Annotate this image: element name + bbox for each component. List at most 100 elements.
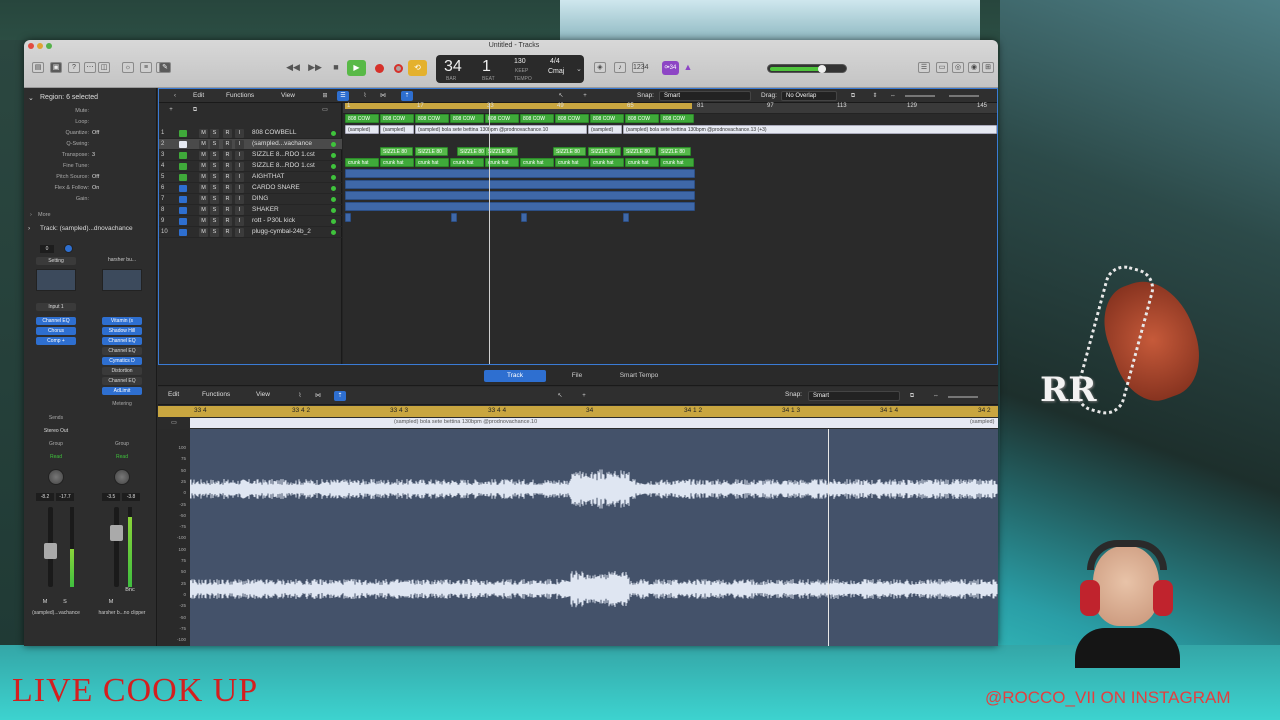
track-solo-button[interactable]: S	[210, 206, 219, 215]
editor-horizontal-zoom-icon[interactable]: ⇔	[930, 391, 942, 401]
region-crunk-hat[interactable]: crunk hat	[625, 158, 659, 167]
region-sampled[interactable]: (sampled) bola sete bettina 130bpm @prod…	[623, 125, 997, 134]
region-808-cowbell[interactable]: 808 COW	[415, 114, 449, 123]
plus-tool-icon[interactable]: +	[579, 91, 591, 101]
strip-right-plugin-6[interactable]: Distortion	[102, 367, 142, 375]
editor-catch-icon[interactable]: ⇡	[334, 391, 346, 401]
track-name[interactable]: SIZZLE 8...RDO 1.cst	[252, 151, 332, 158]
track-solo-button[interactable]: S	[210, 173, 219, 182]
region-crunk-hat[interactable]: crunk hat	[555, 158, 589, 167]
region-crunk-hat[interactable]: crunk hat	[380, 158, 414, 167]
track-header-row[interactable]: 9 M S R Irott - P30L kick	[159, 216, 342, 227]
editor-waveform-zoom-icon[interactable]: ⧉	[906, 391, 918, 401]
track-mute-button[interactable]: M	[199, 151, 208, 160]
quick-help-icon[interactable]: ?	[68, 62, 80, 73]
track-record-button[interactable]: R	[223, 217, 232, 226]
waveform-editor[interactable]: 100 75 50 25 0 -25 -50 -75 -100 100 75 50 25 0 -25 -50 -…	[158, 429, 998, 646]
track-solo-button[interactable]: S	[210, 228, 219, 237]
inspector-row[interactable]: Mute:	[24, 108, 157, 119]
strip-right-metering[interactable]: Metering	[98, 401, 146, 407]
track-name[interactable]: 808 COWBELL	[252, 129, 332, 136]
region-crunk-hat[interactable]: crunk hat	[415, 158, 449, 167]
track-name[interactable]: AIGHTHAT	[252, 173, 332, 180]
cycle-button[interactable]: ⟲	[408, 60, 427, 76]
track-mute-button[interactable]: M	[199, 140, 208, 149]
region-crunk-hat[interactable]: crunk hat	[485, 158, 519, 167]
tracks-view-menu[interactable]: View	[281, 92, 295, 99]
waveform-left-channel[interactable]	[189, 447, 998, 531]
track-inspector-header[interactable]: › Track: (sampled)...dnovachance	[24, 225, 157, 237]
snap-select[interactable]: Smart	[659, 91, 751, 101]
strip-left-input[interactable]: Input 1	[36, 303, 76, 311]
track-record-button[interactable]: R	[223, 184, 232, 193]
inspector-row[interactable]: Flex & Follow: On	[24, 185, 157, 196]
track-name[interactable]: DING	[252, 195, 332, 202]
track-record-button[interactable]: R	[223, 228, 232, 237]
inspector-row[interactable]: Fine Tune:	[24, 163, 157, 174]
inspector-row-value[interactable]: On	[92, 185, 99, 191]
strip-left-plugin-1[interactable]: Channel EQ	[36, 317, 76, 325]
track-input-monitor-button[interactable]: I	[235, 129, 244, 138]
strip-right-fader[interactable]	[110, 525, 123, 541]
brightness-icon[interactable]: ☼	[122, 62, 134, 73]
track-input-monitor-button[interactable]: I	[235, 195, 244, 204]
close-window-button[interactable]	[28, 43, 34, 49]
track-header-row[interactable]: 4 M S R I SIZZLE 8...RDO 1.cst	[159, 161, 342, 172]
strip-left-automation[interactable]: Read	[32, 454, 80, 460]
region-808-cowbell[interactable]: 808 COW	[520, 114, 554, 123]
region-midi[interactable]	[345, 191, 695, 200]
tracks-edit-menu[interactable]: Edit	[193, 92, 204, 99]
tab-file[interactable]: File	[546, 370, 608, 382]
track-solo-button[interactable]: S	[210, 151, 219, 160]
region-808-cowbell[interactable]: 808 COW	[555, 114, 589, 123]
region-crunk-hat[interactable]: crunk hat	[345, 158, 379, 167]
inspector-row[interactable]: Transpose: 3	[24, 152, 157, 163]
track-name[interactable]: CARDO SNARE	[252, 184, 332, 191]
region-sizzle[interactable]: SIZZLE 80	[588, 147, 621, 156]
metronome-icon[interactable]: ▲	[682, 60, 694, 76]
catch-icon[interactable]: ⇡	[401, 91, 413, 101]
strip-right-plugin-1[interactable]: Vitamin (s	[102, 317, 142, 325]
capture-record-button[interactable]	[394, 64, 403, 73]
track-record-button[interactable]: R	[223, 129, 232, 138]
waveform-right-channel[interactable]	[189, 547, 998, 631]
region-sizzle[interactable]: SIZZLE 80	[623, 147, 656, 156]
drag-select[interactable]: No Overlap	[781, 91, 837, 101]
shield-icon[interactable]: ◈	[594, 62, 606, 73]
track-name[interactable]: plugg-cymbal-24b_2	[252, 228, 332, 235]
track-name[interactable]: SHAKER	[252, 206, 332, 213]
strip-left-mute[interactable]: M	[40, 598, 50, 607]
track-header-row[interactable]: 1 M S R I 808 COWBELL	[159, 128, 342, 139]
editor-functions-menu[interactable]: Functions	[202, 391, 230, 398]
region-crunk-hat[interactable]: crunk hat	[660, 158, 694, 167]
strip-right-eq-thumbnail[interactable]	[102, 269, 142, 291]
playhead[interactable]	[489, 103, 490, 364]
notepad-icon[interactable]: ▭	[936, 62, 948, 73]
rewind-icon[interactable]: ◀◀	[286, 60, 300, 76]
stop-icon[interactable]: ■	[330, 60, 342, 76]
track-solo-button[interactable]: S	[210, 129, 219, 138]
region-cymbal[interactable]	[623, 213, 629, 222]
track-header-row[interactable]: 7 M S R I DING	[159, 194, 342, 205]
track-header-row[interactable]: 8 M S R I SHAKER	[159, 205, 342, 216]
region-sizzle[interactable]: SIZZLE 80	[553, 147, 586, 156]
strip-right-plugin-3[interactable]: Channel EQ	[102, 337, 142, 345]
track-record-button[interactable]: R	[223, 151, 232, 160]
master-volume-slider[interactable]	[767, 64, 847, 73]
smart-controls-icon[interactable]: ◫	[98, 62, 110, 73]
track-record-button[interactable]: R	[223, 140, 232, 149]
track-mute-button[interactable]: M	[199, 162, 208, 171]
strip-left-gain[interactable]: 0	[40, 245, 54, 253]
lcd-display[interactable]: 34 1 BAR BEAT 130 KEEP TEMPO 4/4 Cmaj ⌄	[436, 55, 584, 83]
editor-region-bar[interactable]: (sampled) bola sete bettina 130bpm @prod…	[190, 418, 998, 428]
strip-left-eq-thumbnail[interactable]	[36, 269, 76, 291]
zoom-window-button[interactable]	[46, 43, 52, 49]
tuner-icon[interactable]: ♪	[614, 62, 626, 73]
region-cymbal[interactable]	[345, 213, 351, 222]
global-tracks-icon[interactable]: ▭	[319, 105, 331, 115]
pencil-icon[interactable]: ✎	[159, 62, 171, 73]
strip-right-setting[interactable]: harsher bu...	[98, 257, 146, 263]
strip-left-setting[interactable]: Setting	[36, 257, 76, 265]
track-input-monitor-button[interactable]: I	[235, 217, 244, 226]
strip-left-fader[interactable]	[44, 543, 57, 559]
